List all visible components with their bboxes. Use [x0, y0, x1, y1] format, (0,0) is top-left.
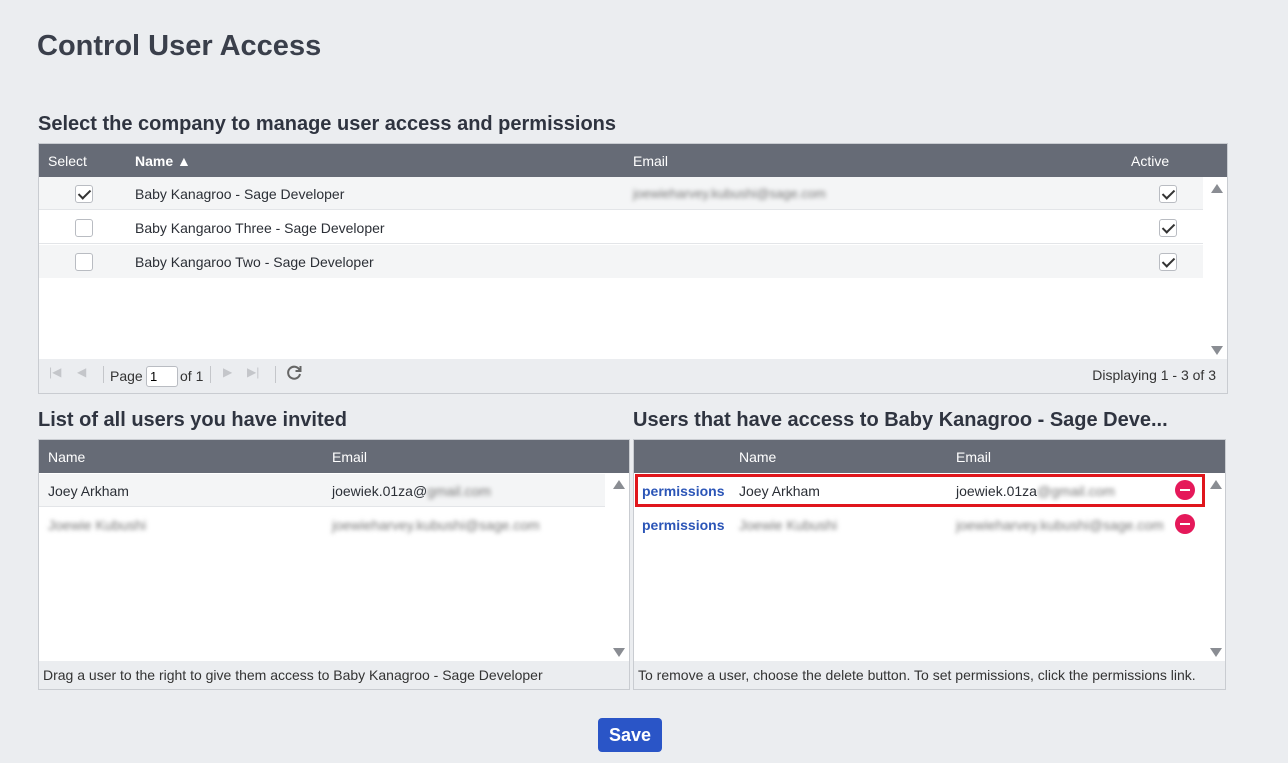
- page-title: Control User Access: [37, 30, 322, 62]
- company-select-checkbox[interactable]: [75, 185, 93, 203]
- pager-divider: [103, 366, 104, 383]
- displaying-count: Displaying 1 - 3 of 3: [1092, 367, 1216, 383]
- company-row[interactable]: Baby Kanagroo - Sage Developer joewiehar…: [39, 177, 1203, 210]
- invited-footer-text: Drag a user to the right to give them ac…: [43, 667, 543, 683]
- header-email[interactable]: Email: [633, 153, 668, 169]
- scroll-down-arrow-icon[interactable]: [613, 648, 625, 657]
- user-email: joewiek.01za@gmail.com: [956, 483, 1115, 499]
- page-label: Page: [110, 368, 143, 384]
- company-name: Baby Kanagroo - Sage Developer: [135, 186, 345, 202]
- user-name: Joewie Kubushi: [739, 517, 838, 533]
- user-name: Joey Arkham: [739, 483, 820, 499]
- company-row[interactable]: Baby Kangaroo Three - Sage Developer: [39, 211, 1203, 244]
- invited-footer: Drag a user to the right to give them ac…: [39, 661, 629, 689]
- header-email[interactable]: Email: [332, 449, 367, 465]
- access-user-row[interactable]: permissions Joey Arkham joewiek.01za@gma…: [634, 474, 1200, 507]
- company-active-checkbox[interactable]: [1159, 219, 1177, 237]
- scroll-down-arrow-icon[interactable]: [1210, 648, 1222, 657]
- user-name: Joewie Kubushi: [48, 517, 147, 533]
- header-name[interactable]: Name: [48, 449, 85, 465]
- header-name[interactable]: Name: [739, 449, 776, 465]
- page-number-input[interactable]: [146, 366, 178, 387]
- user-email: joewieharvey.kubushi@sage.com: [332, 517, 540, 533]
- invited-user-row[interactable]: Joey Arkham joewiek.01za@gmail.com: [39, 474, 605, 507]
- access-user-row[interactable]: permissions Joewie Kubushi joewieharvey.…: [634, 508, 1200, 541]
- company-name: Baby Kangaroo Three - Sage Developer: [135, 220, 385, 236]
- delete-user-button[interactable]: [1175, 514, 1195, 534]
- header-name[interactable]: Name ▲: [135, 153, 191, 169]
- scroll-up-arrow-icon[interactable]: [1211, 184, 1223, 193]
- companies-grid: Select Name ▲ Email Active Baby Kanagroo…: [38, 143, 1228, 394]
- user-email: joewieharvey.kubushi@sage.com: [956, 517, 1164, 533]
- delete-user-button[interactable]: [1175, 480, 1195, 500]
- scroll-up-arrow-icon[interactable]: [1210, 480, 1222, 489]
- permissions-link[interactable]: permissions: [642, 517, 724, 533]
- invited-grid-header: Name Email: [39, 440, 629, 473]
- companies-section-title: Select the company to manage user access…: [38, 113, 617, 135]
- last-page-icon[interactable]: ▶|: [247, 365, 259, 379]
- company-active-checkbox[interactable]: [1159, 253, 1177, 271]
- company-select-checkbox[interactable]: [75, 219, 93, 237]
- pager-divider: [210, 366, 211, 383]
- company-email: joewieharvey.kubushi@sage.com: [633, 186, 826, 201]
- header-email[interactable]: Email: [956, 449, 991, 465]
- access-section-title: Users that have access to Baby Kanagroo …: [633, 409, 1168, 431]
- access-grid-header: Name Email: [634, 440, 1225, 473]
- scroll-up-arrow-icon[interactable]: [613, 480, 625, 489]
- next-page-icon[interactable]: ▶: [223, 365, 232, 379]
- header-active[interactable]: Active: [1131, 153, 1169, 169]
- refresh-icon[interactable]: [285, 364, 303, 385]
- invited-section-title: List of all users you have invited: [38, 409, 347, 431]
- user-email: joewiek.01za@gmail.com: [332, 483, 491, 499]
- company-name: Baby Kangaroo Two - Sage Developer: [135, 254, 374, 270]
- invited-user-row[interactable]: Joewie Kubushi joewieharvey.kubushi@sage…: [39, 508, 605, 541]
- user-name: Joey Arkham: [48, 483, 129, 499]
- page-of-label: of 1: [180, 368, 204, 384]
- first-page-icon[interactable]: |◀: [49, 365, 61, 379]
- company-row[interactable]: Baby Kangaroo Two - Sage Developer: [39, 245, 1203, 278]
- scroll-down-arrow-icon[interactable]: [1211, 346, 1223, 355]
- pager-divider: [275, 366, 276, 383]
- permissions-link[interactable]: permissions: [642, 483, 724, 499]
- companies-grid-header: Select Name ▲ Email Active: [39, 144, 1227, 177]
- company-active-checkbox[interactable]: [1159, 185, 1177, 203]
- companies-pager: |◀ ◀ Page of 1 ▶ ▶| Displaying 1 - 3 of …: [39, 359, 1227, 393]
- access-footer-text: To remove a user, choose the delete butt…: [638, 667, 1196, 683]
- invited-users-grid: Name Email Joey Arkham joewiek.01za@gmai…: [38, 439, 630, 690]
- header-select[interactable]: Select: [48, 153, 87, 169]
- prev-page-icon[interactable]: ◀: [77, 365, 86, 379]
- company-select-checkbox[interactable]: [75, 253, 93, 271]
- access-footer: To remove a user, choose the delete butt…: [634, 661, 1225, 689]
- save-button[interactable]: Save: [598, 718, 662, 752]
- access-users-grid: Name Email permissions Joey Arkham joewi…: [633, 439, 1226, 690]
